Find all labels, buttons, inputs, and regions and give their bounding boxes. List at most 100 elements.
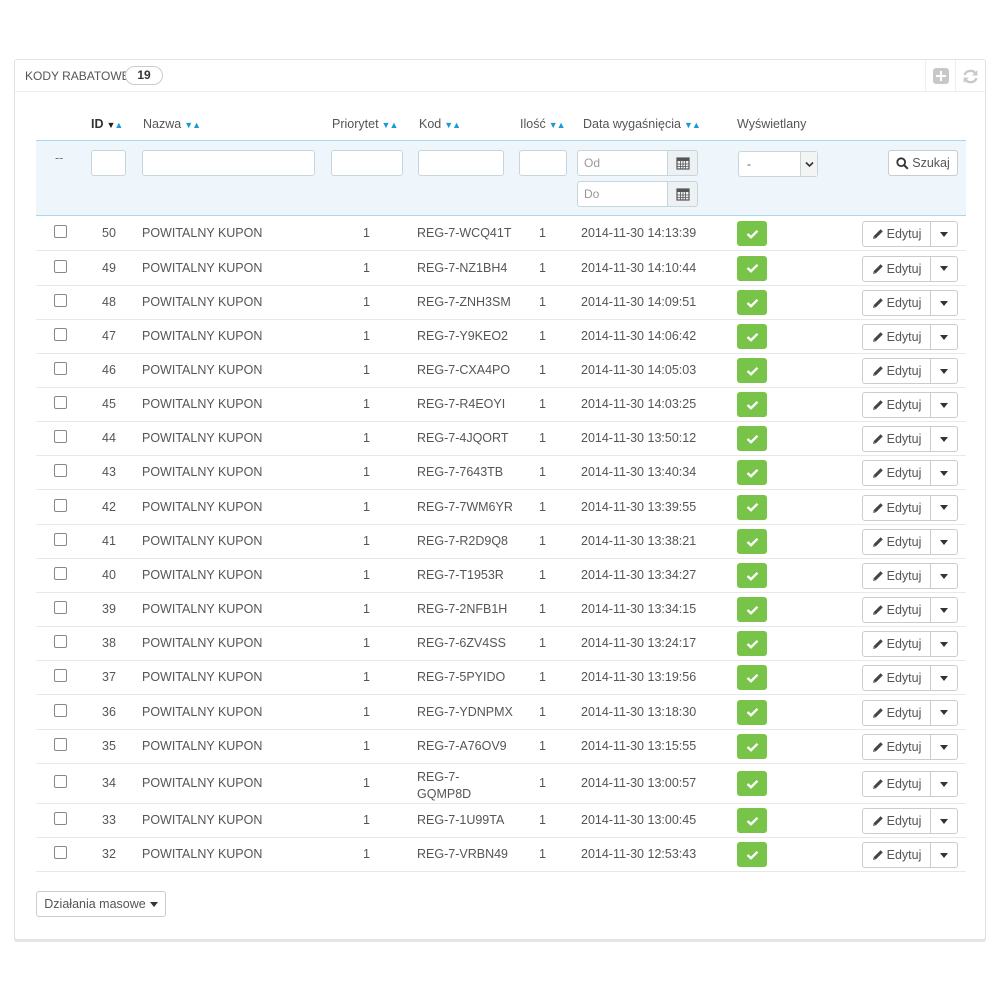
filter-date-from-input[interactable]: Od [577,150,668,176]
edit-button[interactable]: Edytuj [863,598,931,622]
row-checkbox[interactable] [54,396,67,409]
edit-button[interactable]: Edytuj [863,393,931,417]
row-checkbox[interactable] [54,635,67,648]
row-actions-dropdown[interactable] [931,257,957,281]
displayed-toggle[interactable] [737,597,767,622]
edit-button[interactable]: Edytuj [863,700,931,725]
displayed-toggle[interactable] [737,808,767,833]
displayed-toggle[interactable] [737,771,767,796]
filter-displayed-select[interactable]: - [738,151,818,177]
displayed-toggle[interactable] [737,255,767,281]
row-checkbox[interactable] [54,430,67,443]
column-header-priority[interactable]: Priorytet ▼▲ [332,117,399,131]
sort-icon[interactable]: ▼▲ [107,120,124,130]
row-actions-dropdown[interactable] [931,632,957,656]
row-actions-dropdown[interactable] [931,496,957,520]
row-checkbox[interactable] [54,294,67,307]
displayed-toggle[interactable] [737,494,767,520]
row-checkbox[interactable] [54,464,67,477]
column-header-id[interactable]: ID ▼▲ [91,117,124,131]
add-icon[interactable] [925,60,955,92]
row-actions-dropdown[interactable] [931,666,957,690]
filter-id-input[interactable] [91,150,126,176]
column-header-quantity[interactable]: Ilość ▼▲ [520,117,566,131]
row-checkbox[interactable] [54,259,67,273]
row-actions-dropdown[interactable] [931,461,957,485]
filter-name-input[interactable] [142,150,315,176]
calendar-icon[interactable] [668,150,698,176]
row-actions-dropdown[interactable] [931,427,957,451]
row-checkbox[interactable] [54,362,67,375]
row-actions-dropdown[interactable] [931,530,957,554]
row-actions-dropdown[interactable] [931,325,957,349]
displayed-toggle[interactable] [737,426,767,451]
row-checkbox[interactable] [54,738,67,751]
sort-icon[interactable]: ▼▲ [549,120,566,130]
edit-button[interactable]: Edytuj [863,461,931,485]
filter-date-to-input[interactable]: Do [577,181,668,207]
displayed-toggle[interactable] [737,358,767,383]
row-checkbox[interactable] [54,601,67,614]
row-checkbox[interactable] [54,703,67,717]
row-checkbox[interactable] [54,669,67,682]
row-checkbox[interactable] [54,567,67,580]
edit-button[interactable]: Edytuj [863,495,931,520]
row-checkbox[interactable] [54,498,67,512]
displayed-toggle[interactable] [737,699,767,725]
row-actions-dropdown[interactable] [931,701,957,725]
edit-button[interactable]: Edytuj [863,632,931,656]
row-actions-dropdown[interactable] [931,393,957,417]
displayed-toggle[interactable] [737,563,767,588]
displayed-toggle[interactable] [737,529,767,554]
displayed-toggle[interactable] [737,734,767,759]
displayed-toggle[interactable] [737,324,767,349]
displayed-toggle[interactable] [737,221,767,246]
row-actions-dropdown[interactable] [931,598,957,622]
displayed-toggle[interactable] [737,842,767,867]
filter-priority-input[interactable] [331,150,403,176]
edit-button[interactable]: Edytuj [863,843,931,867]
displayed-toggle[interactable] [737,665,767,690]
edit-button[interactable]: Edytuj [863,735,931,759]
row-actions-dropdown[interactable] [931,564,957,588]
sort-icon[interactable]: ▼▲ [684,120,701,130]
row-checkbox[interactable] [54,328,67,341]
row-checkbox[interactable] [54,533,67,546]
column-header-code[interactable]: Kod ▼▲ [419,117,461,131]
bulk-actions-button[interactable]: Działania masowe [36,891,166,917]
refresh-icon[interactable] [955,60,985,92]
displayed-toggle[interactable] [737,631,767,656]
edit-button[interactable]: Edytuj [863,666,931,690]
sort-icon[interactable]: ▼▲ [382,120,399,130]
edit-button[interactable]: Edytuj [863,359,931,383]
row-checkbox[interactable] [54,812,67,825]
column-header-name[interactable]: Nazwa ▼▲ [143,117,201,131]
edit-button[interactable]: Edytuj [863,325,931,349]
edit-button[interactable]: Edytuj [863,427,931,451]
row-actions-dropdown[interactable] [931,772,957,796]
displayed-toggle[interactable] [737,460,767,485]
filter-code-input[interactable] [418,150,504,176]
row-actions-dropdown[interactable] [931,809,957,833]
row-actions-dropdown[interactable] [931,359,957,383]
edit-button[interactable]: Edytuj [863,291,931,315]
row-checkbox[interactable] [54,846,67,859]
column-header-expiry[interactable]: Data wygaśnięcia ▼▲ [583,117,701,131]
displayed-toggle[interactable] [737,290,767,315]
calendar-icon[interactable] [668,181,698,207]
edit-button[interactable]: Edytuj [863,222,931,246]
displayed-toggle[interactable] [737,392,767,417]
edit-button[interactable]: Edytuj [863,564,931,588]
row-actions-dropdown[interactable] [931,291,957,315]
row-actions-dropdown[interactable] [931,843,957,867]
edit-button[interactable]: Edytuj [863,809,931,833]
edit-button[interactable]: Edytuj [863,256,931,281]
row-checkbox[interactable] [54,775,67,788]
row-checkbox[interactable] [54,225,67,238]
search-button[interactable]: Szukaj [888,150,958,176]
edit-button[interactable]: Edytuj [863,530,931,554]
sort-icon[interactable]: ▼▲ [444,120,461,130]
filter-quantity-input[interactable] [519,150,567,176]
sort-icon[interactable]: ▼▲ [184,120,201,130]
row-actions-dropdown[interactable] [931,735,957,759]
